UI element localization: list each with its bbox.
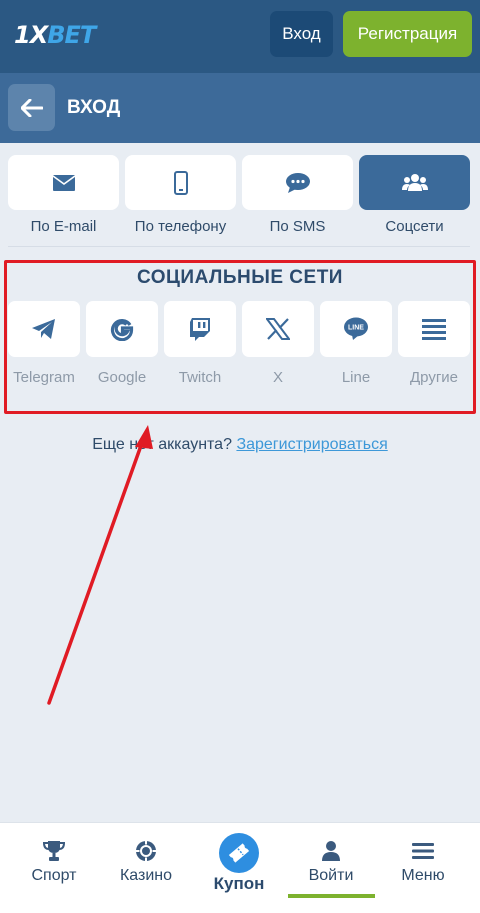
nav-login-label: Войти <box>308 867 354 884</box>
trophy-icon <box>43 841 65 861</box>
nav-sport[interactable]: Спорт <box>14 823 94 913</box>
person-icon <box>322 841 340 861</box>
nav-coupon-label: Купон <box>213 874 265 893</box>
phone-icon <box>173 170 188 195</box>
nav-sport-label: Спорт <box>31 867 77 884</box>
active-tab-indicator <box>288 894 375 898</box>
tab-email[interactable] <box>8 155 119 210</box>
casino-chip-icon <box>135 840 157 862</box>
divider <box>8 246 470 247</box>
envelope-icon <box>52 174 75 191</box>
back-button[interactable] <box>8 84 55 131</box>
tab-social-label: Соцсети <box>385 218 444 235</box>
tab-phone[interactable] <box>125 155 236 210</box>
annotation-highlight-box <box>4 260 476 414</box>
tab-email-label: По E-mail <box>30 218 97 235</box>
arrow-left-icon <box>20 98 43 117</box>
page-header: ВХОД <box>0 73 480 143</box>
nav-menu[interactable]: Меню <box>383 823 463 913</box>
tab-social[interactable] <box>359 155 470 210</box>
sms-icon <box>285 172 310 193</box>
nav-login[interactable]: Войти <box>291 823 371 913</box>
nav-casino[interactable]: Казино <box>106 823 186 913</box>
register-button[interactable]: Регистрация <box>343 11 472 57</box>
tab-sms[interactable] <box>242 155 353 210</box>
nav-coupon[interactable]: Купон <box>199 823 279 913</box>
ticket-icon <box>228 843 250 863</box>
bottom-navigation: Спорт Казино Купон Войти Меню <box>0 822 480 913</box>
signup-prompt: Еще нет аккаунта? Зарегистрироваться <box>0 436 480 454</box>
top-header: 1XBET Вход Регистрация <box>0 0 480 73</box>
tab-sms-label: По SMS <box>269 218 326 235</box>
page-title: ВХОД <box>67 97 121 118</box>
brand-logo[interactable]: 1XBET <box>14 21 96 49</box>
tab-phone-label: По телефону <box>134 218 227 235</box>
signup-link[interactable]: Зарегистрироваться <box>236 436 387 453</box>
nav-casino-label: Казино <box>119 867 173 884</box>
nav-menu-label: Меню <box>401 867 445 884</box>
signup-prompt-text: Еще нет аккаунта? <box>92 436 232 453</box>
hamburger-icon <box>412 843 434 859</box>
users-icon <box>401 173 428 191</box>
login-button[interactable]: Вход <box>270 11 333 57</box>
